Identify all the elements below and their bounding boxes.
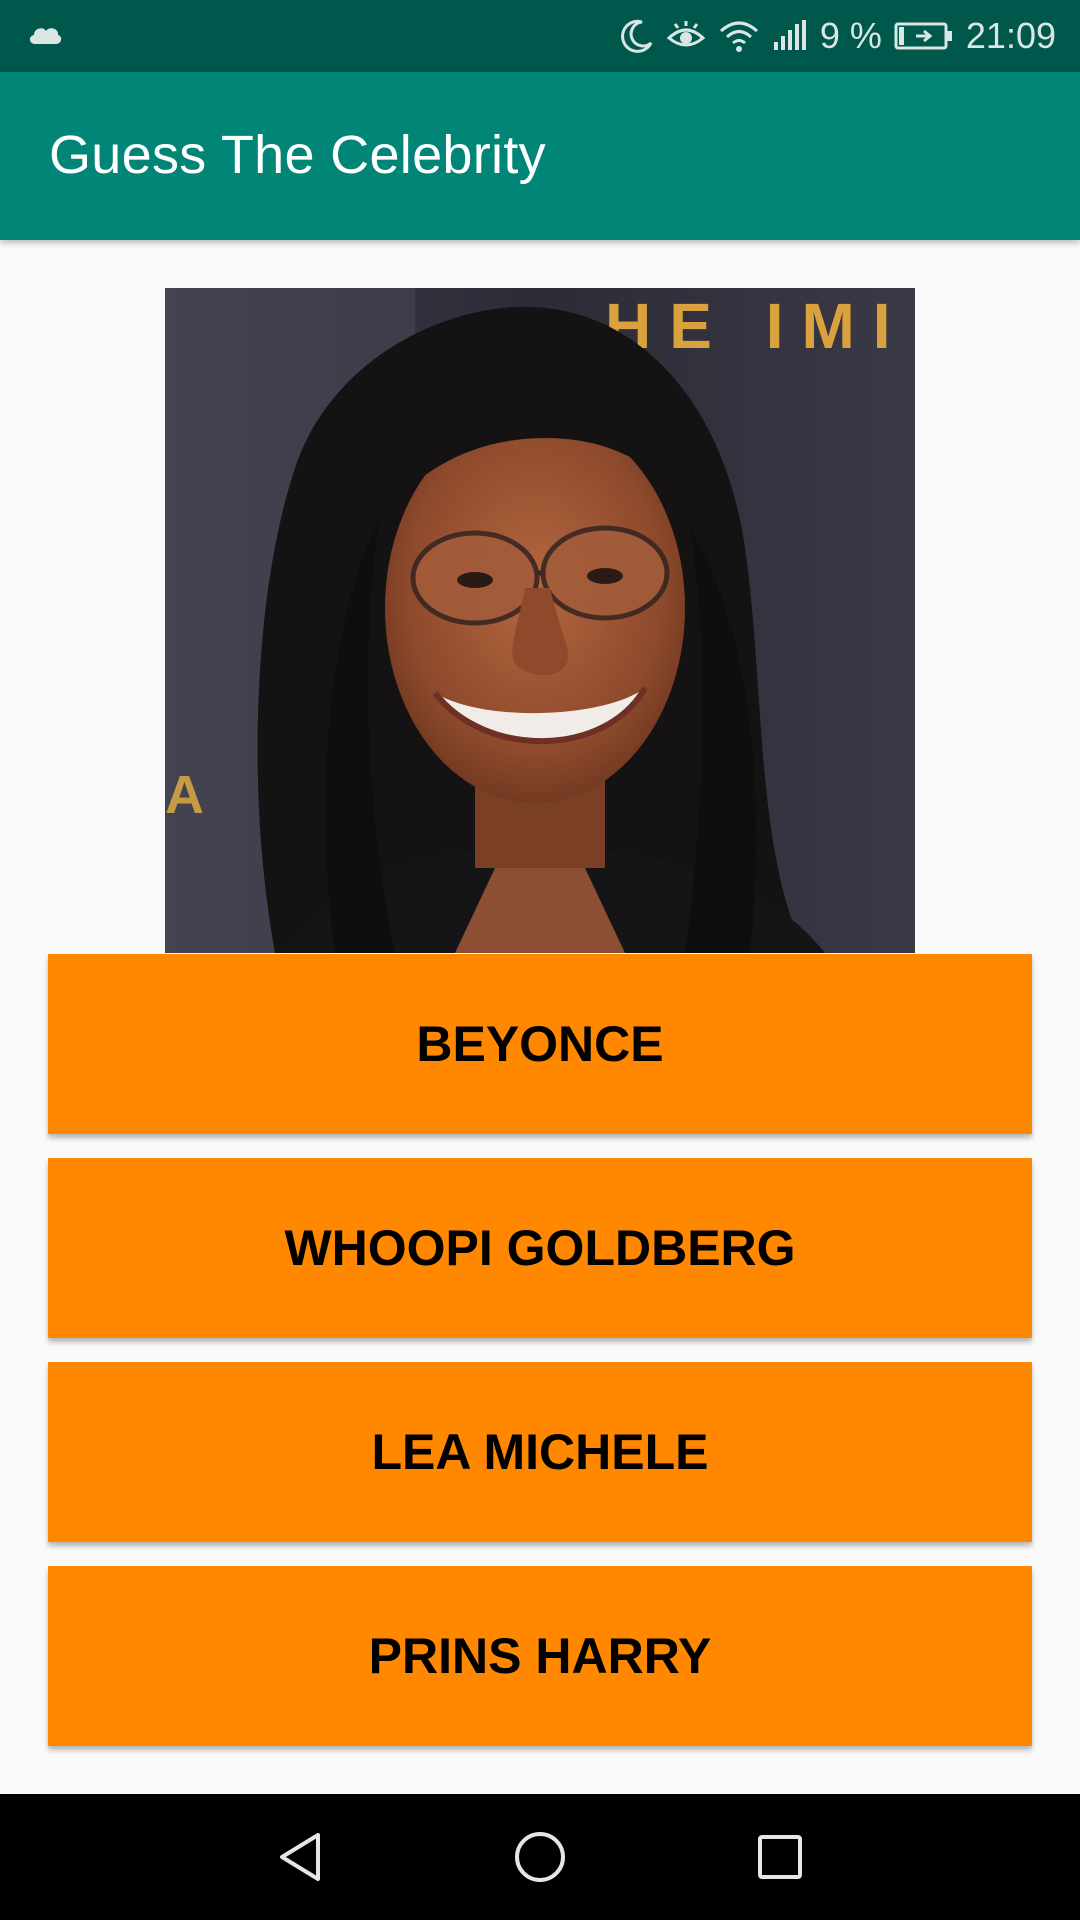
signal-icon xyxy=(772,20,808,52)
battery-icon xyxy=(894,21,954,51)
back-icon[interactable] xyxy=(260,1822,340,1892)
cloud-icon xyxy=(26,20,64,53)
clock: 21:09 xyxy=(965,15,1056,56)
recents-icon[interactable] xyxy=(740,1822,820,1892)
answer-button-prins-harry[interactable]: PRINS HARRY xyxy=(48,1566,1032,1746)
status-bar: 9 % 21:09 xyxy=(0,0,1080,72)
wifi-icon xyxy=(718,19,760,53)
app-title: Guess The Celebrity xyxy=(49,125,546,185)
photo-background-text: HE IMI xyxy=(605,290,909,362)
eye-icon xyxy=(666,19,706,53)
answer-button-whoopi-goldberg[interactable]: WHOOPI GOLDBERG xyxy=(48,1158,1032,1338)
home-icon[interactable] xyxy=(500,1822,580,1892)
navigation-bar xyxy=(0,1794,1080,1920)
celebrity-photo: HE IMI A M xyxy=(165,288,915,953)
answer-button-beyonce[interactable]: BEYONCE xyxy=(48,954,1032,1134)
app-bar: Guess The Celebrity xyxy=(0,72,1080,240)
status-icons: 9 % 21:09 xyxy=(620,0,1056,72)
moon-icon xyxy=(620,19,654,53)
answer-button-lea-michele[interactable]: LEA MICHELE xyxy=(48,1362,1032,1542)
battery-percent: 9 % xyxy=(819,15,882,56)
